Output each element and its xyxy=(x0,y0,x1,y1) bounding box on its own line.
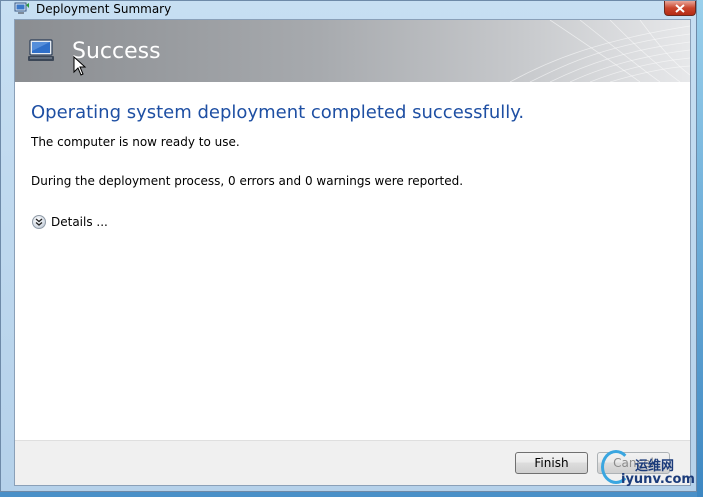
finish-button[interactable]: Finish xyxy=(515,452,588,474)
button-bar: Finish Cancel xyxy=(15,440,690,485)
details-label: Details ... xyxy=(51,215,108,229)
report-message: During the deployment process, 0 errors … xyxy=(31,174,464,188)
ready-message: The computer is now ready to use. xyxy=(31,135,240,149)
desktop-background xyxy=(697,0,703,497)
title-bar[interactable]: Deployment Summary xyxy=(1,1,696,19)
close-button[interactable] xyxy=(664,1,696,16)
deployment-summary-window: Deployment Summary Success Operating sys… xyxy=(0,0,697,492)
status-heading: Operating system deployment completed su… xyxy=(31,102,525,123)
close-icon xyxy=(675,3,685,13)
computer-icon xyxy=(14,2,29,14)
wizard-content: Success Operating system deployment comp… xyxy=(14,19,691,486)
chevron-double-down-icon xyxy=(32,215,46,229)
cancel-button[interactable]: Cancel xyxy=(597,452,670,474)
details-expander[interactable]: Details ... xyxy=(32,213,108,231)
header-banner: Success xyxy=(15,20,690,82)
mouse-cursor-icon xyxy=(73,56,87,76)
banner-decoration xyxy=(509,20,690,82)
window-title: Deployment Summary xyxy=(36,2,172,16)
monitor-icon xyxy=(28,39,54,61)
